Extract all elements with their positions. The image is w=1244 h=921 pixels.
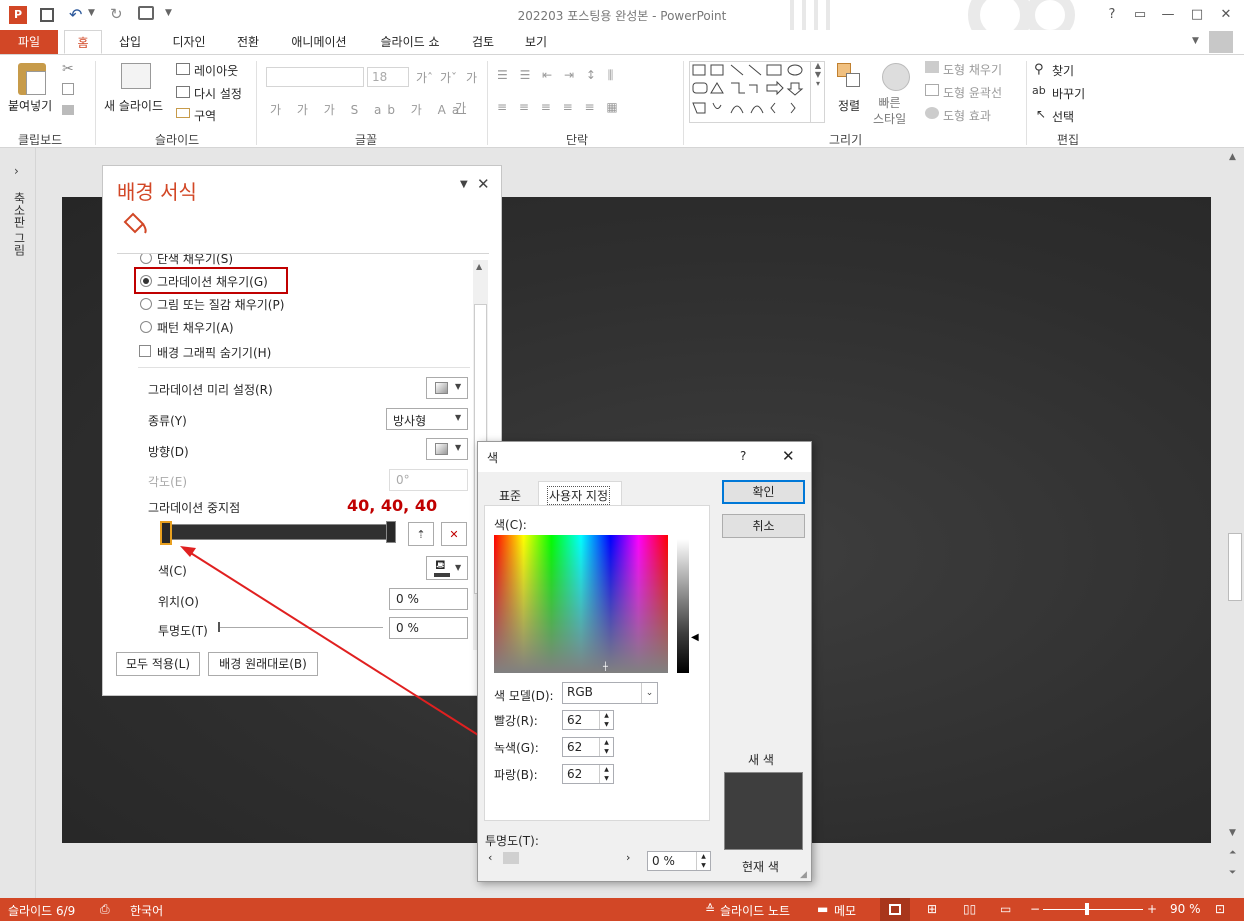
blue-input[interactable]: 62 ▲ ▼ [562,764,614,784]
color-dialog: 색 ? ✕ 표준 사용자 지정 색(C): ┼ ◀ 색 모델(D): RGB ⌄ … [477,441,812,882]
zoom-thumb[interactable] [1085,903,1089,915]
green-input[interactable]: 62 ▲ ▼ [562,737,614,757]
color-spectrum[interactable] [494,535,668,673]
colors-label: 색(C): [494,518,527,532]
tab-standard[interactable]: 표준 [487,484,537,505]
language-indicator[interactable]: 한국어 [130,902,163,919]
blue-label: 파랑(B): [494,768,538,782]
zoom-slider[interactable] [1043,903,1143,915]
chevron-down-icon: ⌄ [641,683,657,703]
new-color-swatch [724,772,803,850]
tab-custom[interactable]: 사용자 지정 [538,481,622,506]
red-input[interactable]: 62 ▲ ▼ [562,710,614,730]
normal-view-button[interactable] [880,898,910,921]
current-color-label: 현재 색 [742,860,779,874]
zoom-level[interactable]: 90 % [1170,902,1201,916]
spinner-icon[interactable]: ▲ ▼ [599,711,613,729]
status-bar: 슬라이드 6/9 ⎙ 한국어 ≙ 슬라이드 노트 ▬ 메모 ⊞ ▯▯ ▭ − +… [0,898,1244,921]
transparency-thumb[interactable] [503,852,519,864]
color-dialog-help[interactable]: ? [740,449,746,463]
color-dialog-title: 색 [487,451,499,465]
transparency-label: 투명도(T): [485,834,539,848]
cancel-button[interactable]: 취소 [722,514,805,538]
color-dialog-close-icon[interactable]: ✕ [782,447,795,465]
zoom-out-icon[interactable]: − [1030,902,1040,916]
transparency-input[interactable]: 0 % ▲ ▼ [647,851,711,871]
spinner-icon[interactable]: ▲ ▼ [599,738,613,756]
comments-icon[interactable]: ▬ [817,902,828,916]
luminance-bar[interactable] [677,539,689,673]
notes-icon[interactable]: ≙ [705,902,715,916]
luminance-pointer-icon[interactable]: ◀ [691,632,699,643]
slide-sorter-icon[interactable]: ⊞ [927,902,937,916]
red-label: 빨강(R): [494,714,538,728]
resize-grip-icon[interactable]: ◢ [800,870,807,880]
ok-button[interactable]: 확인 [722,480,805,504]
scroll-left-icon[interactable]: ‹ [488,851,492,864]
green-label: 녹색(G): [494,741,539,755]
comments-button[interactable]: 메모 [834,902,856,919]
slide-indicator: 슬라이드 6/9 [8,904,76,918]
reading-view-icon[interactable]: ▯▯ [963,902,976,916]
spectrum-crosshair[interactable]: ┼ [603,662,615,672]
spellcheck-icon[interactable]: ⎙ [100,902,110,917]
notes-button[interactable]: 슬라이드 노트 [720,902,790,919]
color-dialog-titlebar [478,442,811,472]
new-color-label: 새 색 [748,753,774,767]
color-model-label: 색 모델(D): [494,689,554,703]
normal-view-icon [889,904,901,915]
fit-slide-icon[interactable]: ⊡ [1215,902,1225,916]
spinner-icon[interactable]: ▲ ▼ [696,852,710,870]
spinner-icon[interactable]: ▲ ▼ [599,765,613,783]
zoom-in-icon[interactable]: + [1147,902,1157,916]
slideshow-view-icon[interactable]: ▭ [1000,902,1011,916]
color-model-select[interactable]: RGB ⌄ [562,682,658,704]
transparency-scrollbar[interactable]: ‹ › [485,850,637,866]
scroll-right-icon[interactable]: › [626,851,630,864]
